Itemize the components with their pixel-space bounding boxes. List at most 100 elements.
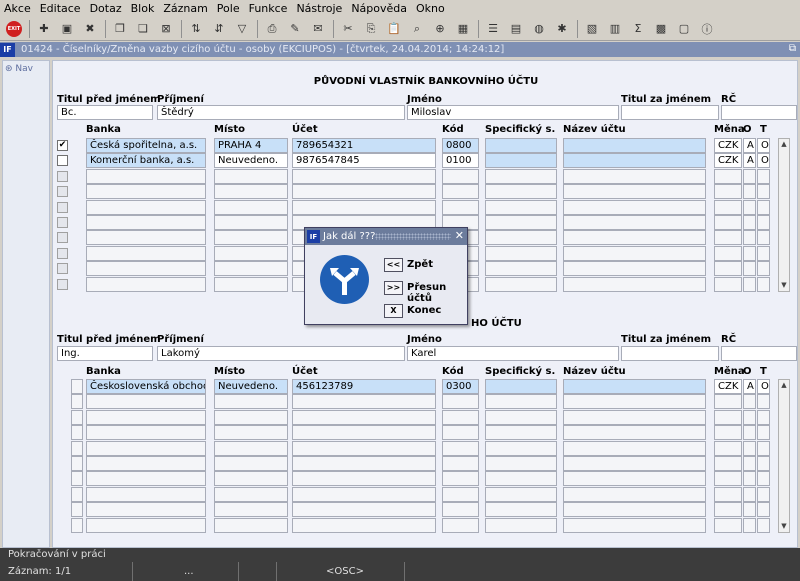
- report-icon[interactable]: ▧: [584, 21, 600, 37]
- menu-item[interactable]: Nápověda: [351, 2, 407, 15]
- original-currency-cell[interactable]: [714, 261, 742, 277]
- new_owner-t-cell[interactable]: [757, 502, 770, 518]
- new_owner-row-indicator[interactable]: [71, 440, 83, 456]
- new_owner-currency-cell[interactable]: [714, 394, 742, 410]
- clear-record-icon[interactable]: ❏: [135, 21, 151, 37]
- original-o-cell[interactable]: [743, 245, 756, 261]
- sort-desc-icon[interactable]: ⇵: [211, 21, 227, 37]
- new_owner-currency-cell[interactable]: [714, 517, 742, 533]
- insert-record-icon[interactable]: ✚: [36, 21, 52, 37]
- new_owner-t-cell[interactable]: [757, 471, 770, 487]
- original-code-cell[interactable]: [442, 168, 479, 184]
- new_owner-code-cell[interactable]: [442, 440, 479, 456]
- original-row-checkbox[interactable]: [57, 217, 68, 228]
- original-specific-symbol-cell[interactable]: [485, 153, 557, 169]
- restore-window-icon[interactable]: ⧉: [789, 43, 796, 54]
- new_owner-account-name-cell[interactable]: [563, 502, 706, 518]
- new_owner-bank-cell[interactable]: [86, 486, 206, 502]
- new_owner-t-cell[interactable]: [757, 517, 770, 533]
- original-code-cell[interactable]: [442, 184, 479, 200]
- scroll-down-icon[interactable]: ▼: [779, 280, 789, 291]
- new_owner-o-cell[interactable]: [743, 440, 756, 456]
- window-icon[interactable]: ▢: [676, 21, 692, 37]
- original-o-cell[interactable]: [743, 199, 756, 215]
- filter-icon[interactable]: ▽: [234, 21, 250, 37]
- original-bank-cell[interactable]: [86, 168, 206, 184]
- copy-icon[interactable]: ⎘: [363, 21, 379, 37]
- new_owner-account-name-cell[interactable]: [563, 394, 706, 410]
- menu-item[interactable]: Záznam: [163, 2, 207, 15]
- original-scrollbar[interactable]: ▲ ▼: [778, 138, 790, 292]
- new_owner-t-cell[interactable]: O: [757, 379, 770, 394]
- original-t-cell[interactable]: [757, 199, 770, 215]
- original-currency-cell[interactable]: [714, 199, 742, 215]
- original-bank-cell[interactable]: Komerční banka, a.s.: [86, 153, 206, 169]
- new_owner-currency-cell[interactable]: [714, 425, 742, 441]
- original-account-name-cell[interactable]: [563, 199, 706, 215]
- original-t-cell[interactable]: [757, 276, 770, 292]
- original-place-cell[interactable]: [214, 276, 288, 292]
- original-account-name-cell[interactable]: [563, 245, 706, 261]
- original-o-cell[interactable]: [743, 261, 756, 277]
- new_owner-specific-symbol-cell[interactable]: [485, 394, 557, 410]
- original-name-field[interactable]: Miloslav: [407, 105, 619, 120]
- back-button[interactable]: <<: [384, 258, 403, 272]
- menu-item[interactable]: Okno: [416, 2, 445, 15]
- original-o-cell[interactable]: [743, 168, 756, 184]
- new_owner-account-cell[interactable]: [292, 471, 436, 487]
- new_owner-t-cell[interactable]: [757, 409, 770, 425]
- new_owner-account-name-cell[interactable]: [563, 486, 706, 502]
- original-o-cell[interactable]: A: [743, 153, 756, 169]
- original-account-cell[interactable]: [292, 168, 436, 184]
- new_owner-bank-cell[interactable]: [86, 502, 206, 518]
- sort-asc-icon[interactable]: ⇅: [188, 21, 204, 37]
- new_owner-place-cell[interactable]: [214, 517, 288, 533]
- new_owner-o-cell[interactable]: [743, 409, 756, 425]
- original-bank-cell[interactable]: [86, 276, 206, 292]
- new_owner-row-indicator[interactable]: [71, 502, 83, 518]
- original-t-cell[interactable]: [757, 184, 770, 200]
- move-accounts-button[interactable]: >>: [384, 281, 403, 295]
- new_owner-surname-field[interactable]: Lakomý: [157, 346, 405, 361]
- new_owner-account-cell[interactable]: [292, 425, 436, 441]
- original-account-name-cell[interactable]: [563, 261, 706, 277]
- sum-icon[interactable]: Σ: [630, 21, 646, 37]
- info-icon[interactable]: ⓘ: [699, 21, 715, 37]
- new_owner-code-cell[interactable]: [442, 394, 479, 410]
- new_owner-account-name-cell[interactable]: [563, 379, 706, 394]
- end-button[interactable]: X: [384, 304, 403, 318]
- close-icon[interactable]: ✕: [455, 229, 464, 242]
- new_owner-scrollbar[interactable]: ▲ ▼: [778, 379, 790, 533]
- original-account-name-cell[interactable]: [563, 276, 706, 292]
- original-account-name-cell[interactable]: [563, 215, 706, 230]
- new_owner-row-indicator[interactable]: [71, 379, 83, 394]
- new_owner-row-indicator[interactable]: [71, 409, 83, 425]
- original-account-name-cell[interactable]: [563, 138, 706, 153]
- new_owner-o-cell[interactable]: [743, 425, 756, 441]
- original-currency-cell[interactable]: [714, 215, 742, 230]
- duplicate-icon[interactable]: ❐: [112, 21, 128, 37]
- original-account-name-cell[interactable]: [563, 184, 706, 200]
- nav-button[interactable]: ⊛ Nav: [3, 61, 49, 77]
- original-rc-field[interactable]: [721, 105, 797, 120]
- new_owner-specific-symbol-cell[interactable]: [485, 440, 557, 456]
- original-surname-field[interactable]: Štědrý: [157, 105, 405, 120]
- new_owner-row-indicator[interactable]: [71, 456, 83, 471]
- new_owner-currency-cell[interactable]: [714, 456, 742, 471]
- new_owner-account-cell[interactable]: 456123789: [292, 379, 436, 394]
- list-icon[interactable]: ☰: [485, 21, 501, 37]
- original-code-cell[interactable]: 0800: [442, 138, 479, 153]
- original-account-cell[interactable]: 9876547845: [292, 153, 436, 169]
- new_owner-specific-symbol-cell[interactable]: [485, 409, 557, 425]
- original-bank-cell[interactable]: [86, 215, 206, 230]
- new_owner-specific-symbol-cell[interactable]: [485, 379, 557, 394]
- print-icon[interactable]: ⎙: [264, 21, 280, 37]
- original-specific-symbol-cell[interactable]: [485, 168, 557, 184]
- new_owner-title-after-field[interactable]: [621, 346, 719, 361]
- excel-icon[interactable]: ▩: [653, 21, 669, 37]
- new_owner-rc-field[interactable]: [721, 346, 797, 361]
- original-bank-cell[interactable]: [86, 230, 206, 246]
- original-currency-cell[interactable]: [714, 276, 742, 292]
- find-icon[interactable]: ⌕: [409, 21, 425, 37]
- menu-item[interactable]: Editace: [40, 2, 81, 15]
